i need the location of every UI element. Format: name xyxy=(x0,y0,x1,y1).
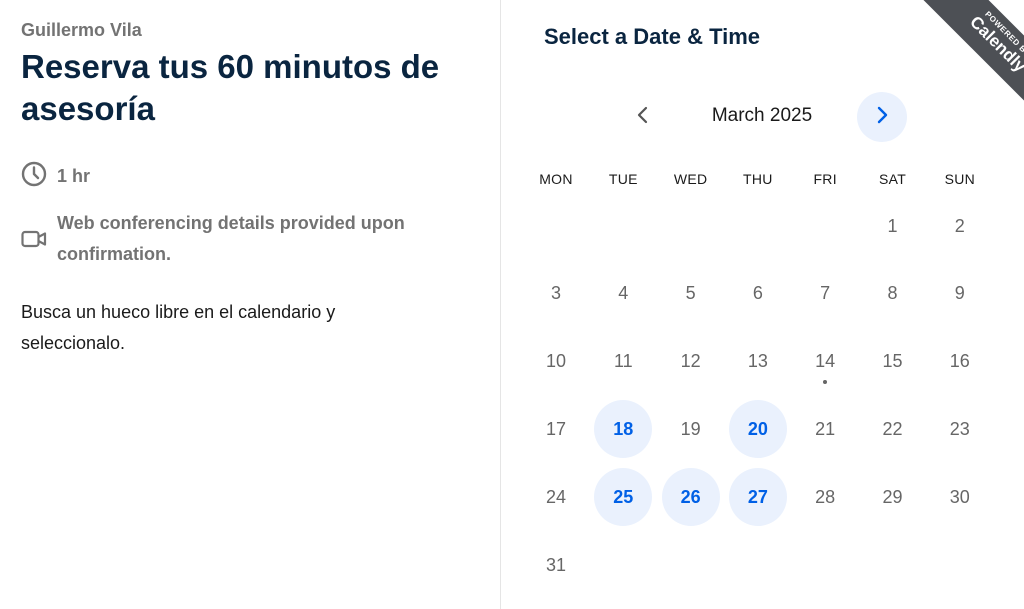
calendar-day: 21 xyxy=(796,400,854,458)
today-indicator xyxy=(823,379,828,384)
day-number: 20 xyxy=(747,418,768,439)
calendar-day: 5 xyxy=(662,265,720,323)
day-number: 7 xyxy=(820,283,831,304)
chevron-right-icon xyxy=(875,106,889,129)
day-number: 30 xyxy=(949,486,970,507)
calendar-day: 1 xyxy=(864,197,922,255)
scheduler-panel: Select a Date & Time March 2025 MON TUE WE… xyxy=(502,0,1024,609)
day-number: 26 xyxy=(680,486,701,507)
calendar-day: 2 xyxy=(931,197,989,255)
day-number: 19 xyxy=(680,418,701,439)
day-number: 25 xyxy=(613,486,634,507)
day-number: 21 xyxy=(815,418,836,439)
weekday-header: FRI xyxy=(813,171,837,187)
calendar-day-available[interactable]: 18 xyxy=(594,400,653,459)
weekday-header: SUN xyxy=(944,171,976,187)
event-location: Web conferencing details provided upon c… xyxy=(21,208,481,270)
weekday-header: WED xyxy=(673,171,708,187)
next-month-button[interactable] xyxy=(857,92,907,142)
calendar-day: 17 xyxy=(527,400,585,458)
calendar-day-available[interactable]: 25 xyxy=(594,468,653,527)
day-number: 5 xyxy=(685,283,696,304)
powered-by-badge[interactable]: POWERED BY Calendly xyxy=(914,0,1024,110)
day-number: 9 xyxy=(954,283,965,304)
calendar-day: 14 xyxy=(796,333,854,391)
calendar-day: 9 xyxy=(931,265,989,323)
day-number: 24 xyxy=(545,486,567,507)
calendar-day: 24 xyxy=(527,468,585,526)
day-number: 4 xyxy=(618,283,629,304)
calendar-day: 8 xyxy=(864,265,922,323)
weekday-header: THU xyxy=(743,171,773,187)
duration-label: 1 hr xyxy=(57,166,91,186)
calendar-day-available[interactable]: 20 xyxy=(728,400,787,459)
current-month-label: March 2025 xyxy=(711,105,813,126)
calendar-day: 13 xyxy=(729,333,787,391)
event-details-panel: Guillermo Vila Reserva tus 60 minutos de… xyxy=(0,0,501,609)
calendar-day: 10 xyxy=(527,333,585,391)
day-number: 2 xyxy=(954,215,965,236)
day-number: 27 xyxy=(747,486,768,507)
day-number: 13 xyxy=(747,351,768,372)
video-camera-icon xyxy=(21,226,47,252)
calendar-day: 31 xyxy=(527,536,585,594)
calendar-day: 11 xyxy=(594,333,652,391)
clock-icon xyxy=(21,161,47,187)
day-number: 15 xyxy=(882,351,903,372)
calendar-day: 7 xyxy=(796,265,854,323)
day-number: 23 xyxy=(949,418,970,439)
day-number: 16 xyxy=(949,351,970,372)
calendar-day: 29 xyxy=(864,468,922,526)
calendar-day: 30 xyxy=(931,468,989,526)
day-number: 17 xyxy=(545,418,567,439)
day-number: 3 xyxy=(550,283,561,304)
calendar-day: 3 xyxy=(527,265,585,323)
event-title: Reserva tus 60 minutos de asesoría xyxy=(21,48,440,127)
calendar-day: 15 xyxy=(864,333,922,391)
calendar-day-available[interactable]: 26 xyxy=(661,468,720,527)
day-number: 12 xyxy=(680,351,701,372)
day-number: 31 xyxy=(545,554,567,575)
day-number: 14 xyxy=(815,351,836,372)
calendar-day: 19 xyxy=(662,400,720,458)
chevron-left-icon xyxy=(636,106,650,129)
weekday-header: MON xyxy=(539,171,573,187)
calendar-day: 28 xyxy=(796,468,854,526)
weekday-header: TUE xyxy=(608,171,638,187)
calendar-day: 4 xyxy=(594,265,652,323)
calendar-day: 16 xyxy=(931,333,989,391)
host-name: Guillermo Vila xyxy=(21,20,142,40)
weekday-header: SAT xyxy=(878,171,907,187)
event-duration: 1 hr xyxy=(21,161,90,191)
previous-month-button[interactable] xyxy=(618,92,668,142)
day-number: 1 xyxy=(887,215,898,236)
day-number: 18 xyxy=(613,418,634,439)
day-number: 6 xyxy=(752,283,763,304)
calendly-logo-text: Calendly xyxy=(966,12,1024,76)
calendar-day-available[interactable]: 27 xyxy=(728,468,787,527)
day-number: 29 xyxy=(882,486,903,507)
day-number: 28 xyxy=(815,486,836,507)
scheduler-title: Select a Date & Time xyxy=(544,24,761,49)
calendar-day: 23 xyxy=(931,400,989,458)
calendar-day: 22 xyxy=(864,400,922,458)
calendar-day: 12 xyxy=(662,333,720,391)
calendar-day: 6 xyxy=(729,265,787,323)
conferencing-label: Web conferencing details provided upon c… xyxy=(57,213,405,264)
event-description: Busca un hueco libre en el calendario y … xyxy=(21,302,336,353)
day-number: 10 xyxy=(545,351,567,372)
day-number: 22 xyxy=(882,418,903,439)
day-number: 8 xyxy=(887,283,898,304)
day-number: 11 xyxy=(613,351,633,372)
calendly-ribbon: POWERED BY Calendly xyxy=(915,0,1024,110)
